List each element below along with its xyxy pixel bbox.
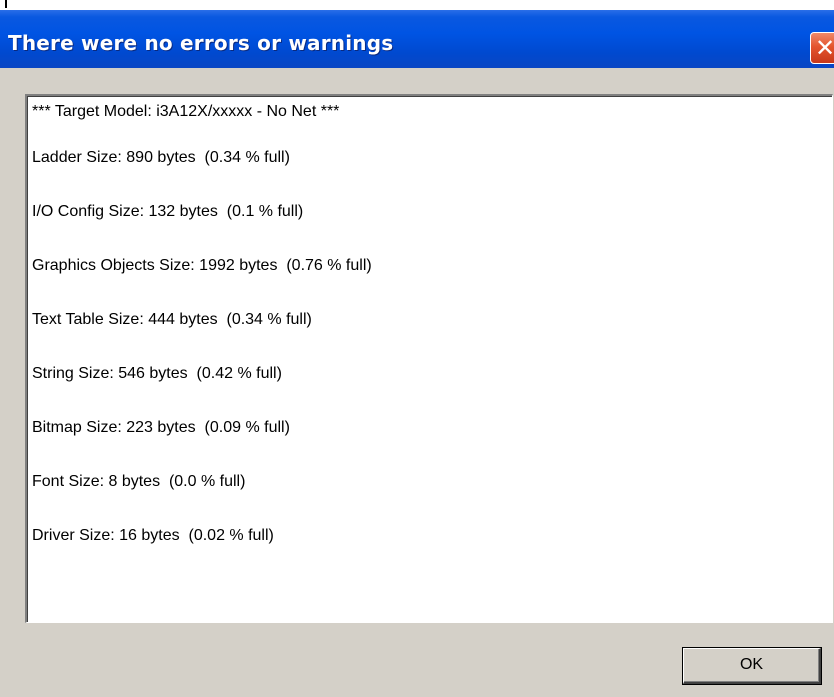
report-listbox[interactable]: *** Target Model: i3A12X/xxxxx - No Net … [25,94,833,623]
title-bar[interactable]: There were no errors or warnings ✕ [0,10,834,68]
report-line-bitmap-size: Bitmap Size: 223 bytes (0.09 % full) [32,419,290,436]
report-line-io-config-size: I/O Config Size: 132 bytes (0.1 % full) [32,203,304,220]
ok-button[interactable]: OK [683,648,821,684]
report-line-string-size: String Size: 546 bytes (0.42 % full) [32,365,282,382]
report-line-graphics-objects-size: Graphics Objects Size: 1992 bytes (0.76 … [32,257,372,274]
report-line-driver-size: Driver Size: 16 bytes (0.02 % full) [32,527,274,544]
close-icon: ✕ [815,34,834,62]
dialog-title: There were no errors or warnings [8,31,394,55]
report-line-text-table-size: Text Table Size: 444 bytes (0.34 % full) [32,311,312,328]
close-button[interactable]: ✕ [810,32,834,64]
report-line-ladder-size: Ladder Size: 890 bytes (0.34 % full) [32,149,290,166]
underlying-window-edge [0,0,834,10]
report-line-target-model: *** Target Model: i3A12X/xxxxx - No Net … [32,103,340,120]
underlying-window-mark [5,0,7,8]
report-line-font-size: Font Size: 8 bytes (0.0 % full) [32,473,246,490]
message-dialog: There were no errors or warnings ✕ *** T… [0,0,834,697]
